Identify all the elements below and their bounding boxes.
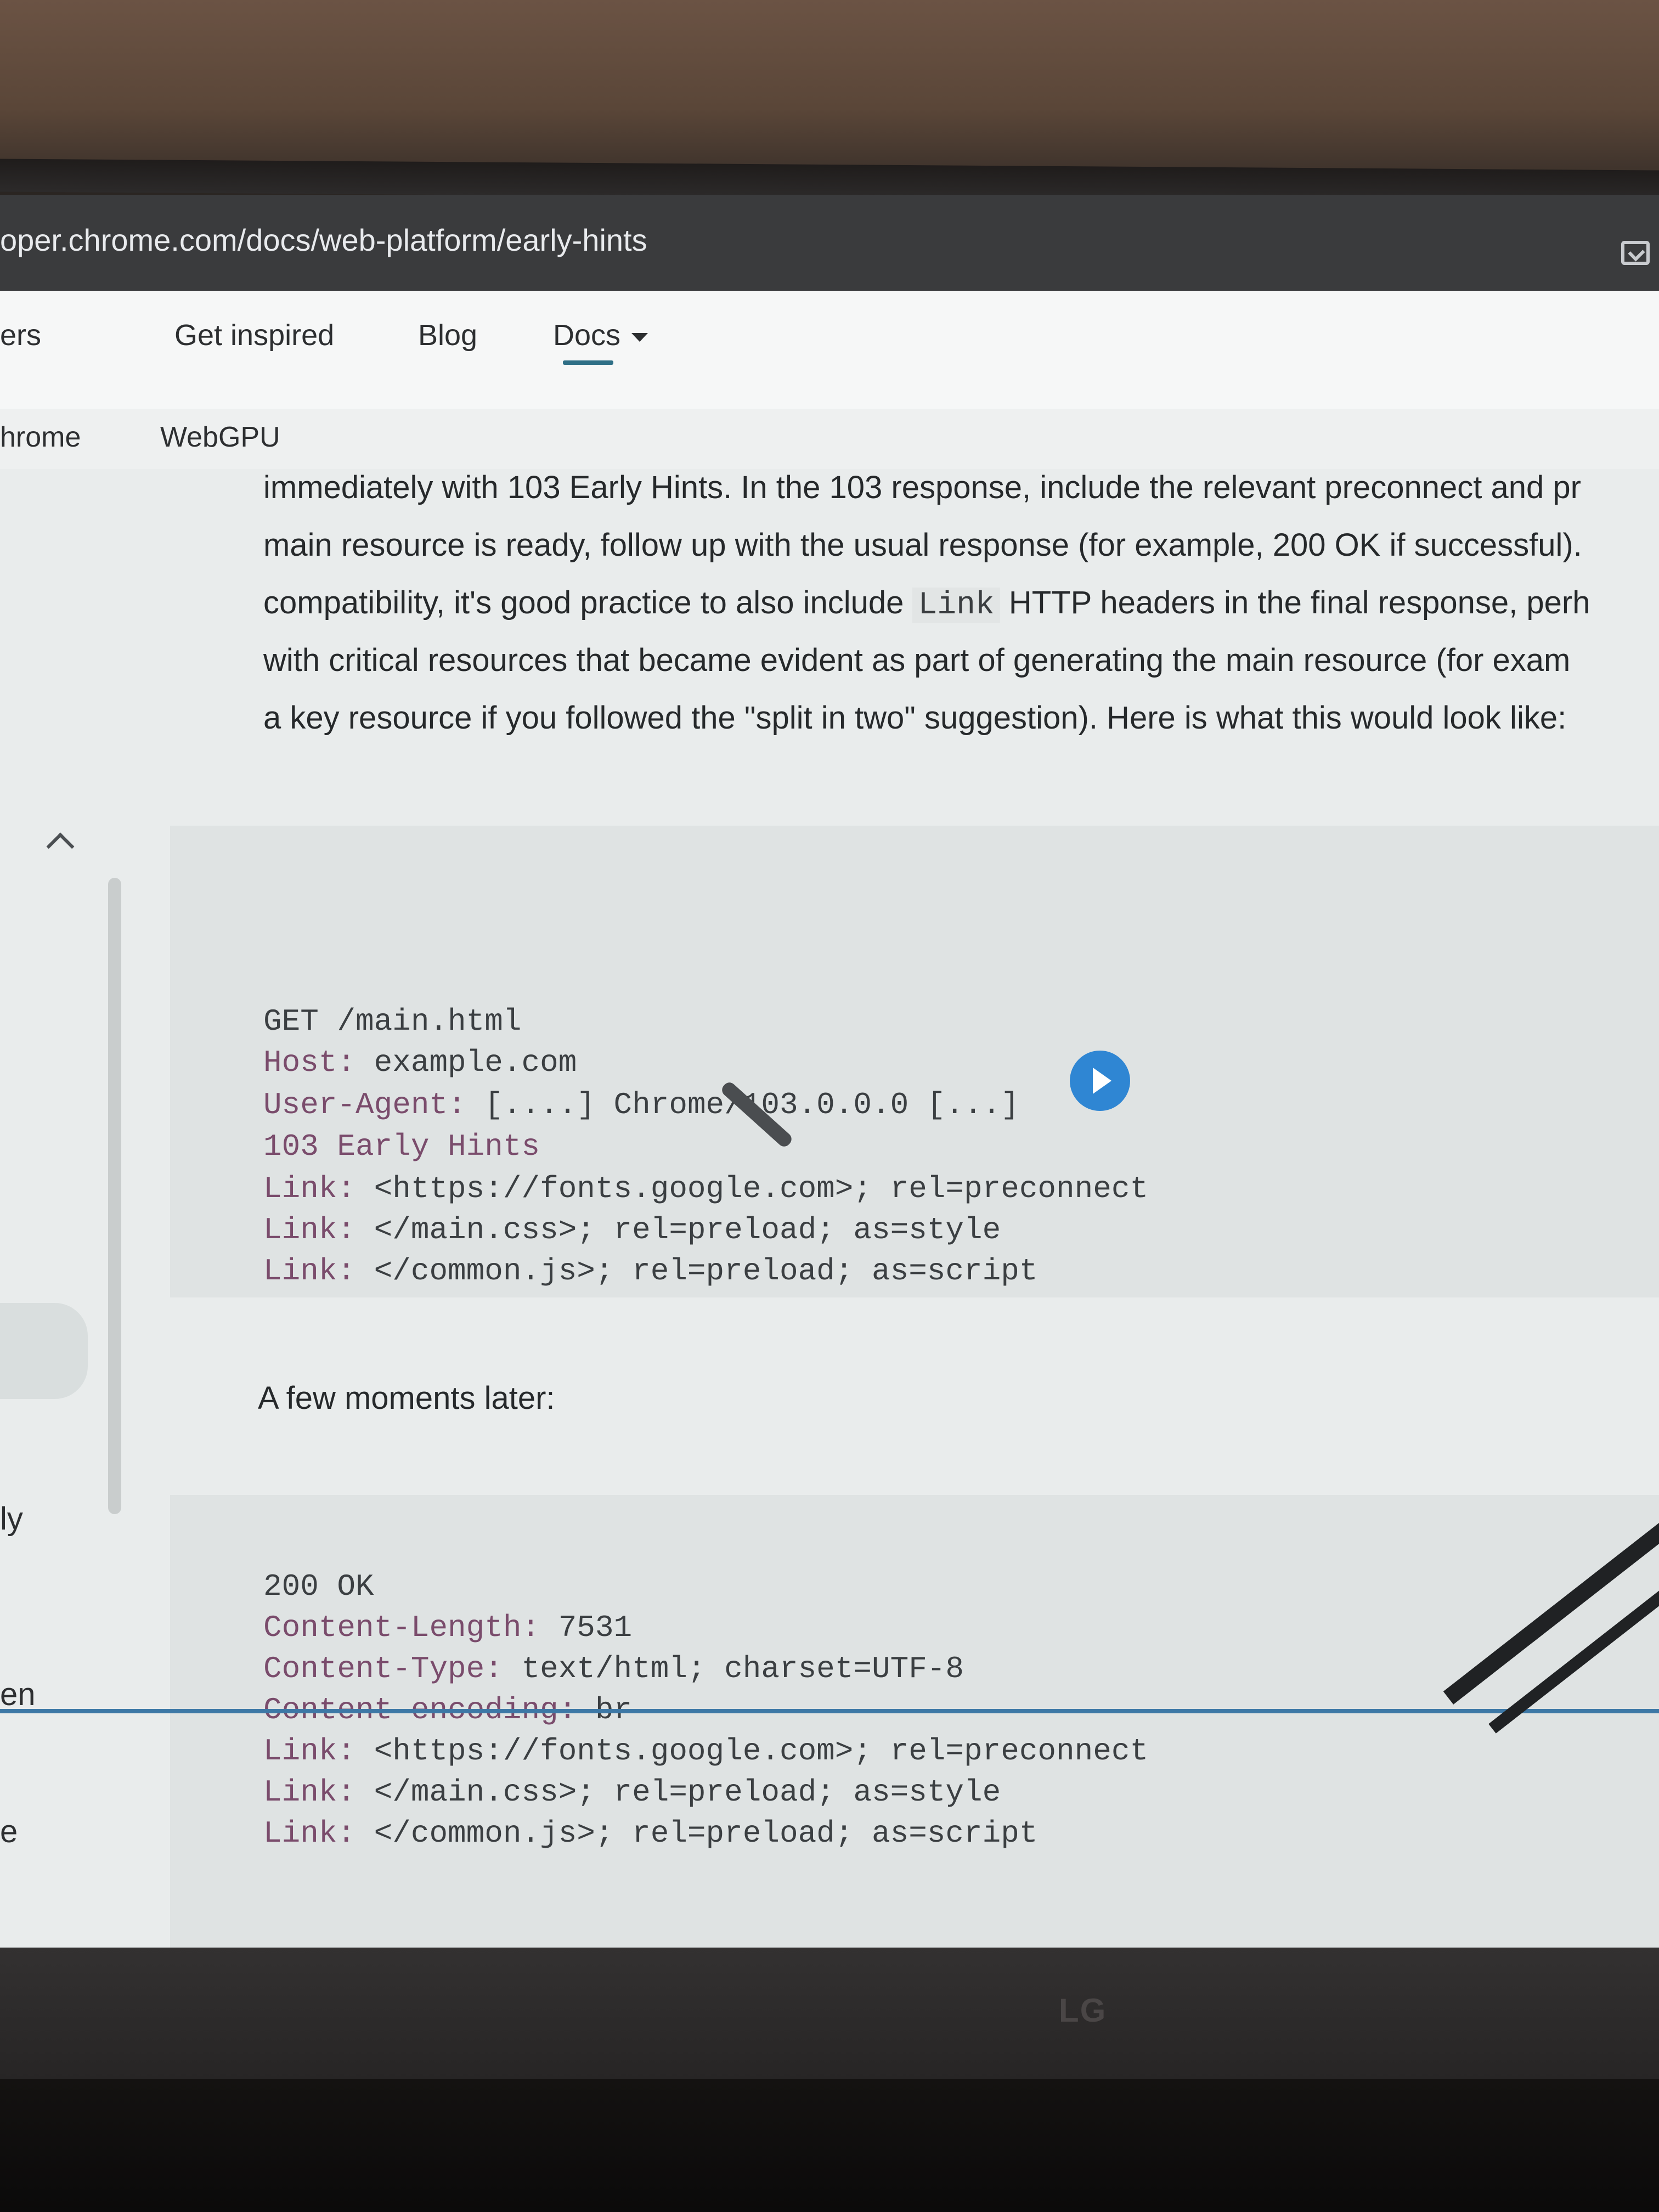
caret-down-icon: [631, 332, 648, 342]
code-line: Host: example.com: [263, 1045, 577, 1080]
article-content: immediately with 103 Early Hints. In the…: [165, 469, 1659, 1950]
paragraph-line: A few moments later:: [258, 1380, 555, 1416]
play-icon[interactable]: [1070, 1051, 1130, 1111]
subnav-item-webgpu[interactable]: WebGPU: [160, 421, 280, 454]
nav-item-docs[interactable]: Docs: [553, 318, 648, 352]
paragraph-line: with critical resources that became evid…: [263, 642, 1571, 678]
nav-item-blog[interactable]: Blog: [418, 318, 477, 352]
sidebar-scrollbar[interactable]: [108, 878, 121, 1514]
address-bar[interactable]: oper.chrome.com/docs/web-platform/early-…: [0, 195, 1659, 291]
url-text[interactable]: oper.chrome.com/docs/web-platform/early-…: [0, 222, 647, 258]
code-line: User-Agent: [....] Chrome/103.0.0.0 [...…: [263, 1087, 1019, 1122]
sidebar: ly en e n: [0, 469, 165, 1950]
code-line: 200 OK: [263, 1569, 374, 1604]
code-line: Link: <https://fonts.google.com>; rel=pr…: [263, 1734, 1149, 1769]
paragraph-text: compatibility, it's good practice to als…: [263, 585, 913, 620]
sidebar-item-partial[interactable]: ly: [0, 1500, 23, 1537]
background-wall: [0, 0, 1659, 181]
code-line: Link: </main.css>; rel=preload; as=style: [263, 1775, 1001, 1810]
paragraph-line: immediately with 103 Early Hints. In the…: [263, 470, 1581, 505]
code-line: Link: </main.css>; rel=preload; as=style: [263, 1212, 1001, 1248]
code-line: Link: <https://fonts.google.com>; rel=pr…: [263, 1171, 1149, 1206]
code-line: Link: </common.js>; rel=preload; as=scri…: [263, 1816, 1038, 1851]
monitor-bezel-bottom: [0, 1948, 1659, 2090]
code-line: Content-Type: text/html; charset=UTF-8: [263, 1651, 964, 1686]
code-block-early-hints: GET /main.html Host: example.com User-Ag…: [170, 826, 1659, 1297]
paragraph-text: HTTP headers in the final response, perh: [1008, 585, 1590, 620]
inline-code-link: Link: [912, 588, 1000, 623]
code-line: Link: </common.js>; rel=preload; as=scri…: [263, 1254, 1038, 1289]
code-line: 103 Early Hints: [263, 1129, 540, 1164]
paragraph-line: a key resource if you followed the "spli…: [263, 700, 1567, 736]
subnav-item-chrome[interactable]: hrome: [0, 421, 81, 454]
sidebar-active-item[interactable]: [0, 1303, 88, 1399]
nav-item-partial[interactable]: ers: [0, 318, 41, 352]
monitor-logo: LG: [1059, 1992, 1107, 2029]
monitor-screen: oper.chrome.com/docs/web-platform/early-…: [0, 195, 1659, 1950]
top-navigation: ers Get inspired Blog Docs: [0, 291, 1659, 411]
sub-navigation: hrome WebGPU: [0, 409, 1659, 469]
active-tab-indicator: [563, 360, 613, 365]
sidebar-item-partial[interactable]: en: [0, 1676, 36, 1713]
paragraph-line: compatibility, it's good practice to als…: [263, 584, 1590, 623]
sidebar-item-partial[interactable]: e: [0, 1813, 18, 1850]
paragraph-line: main resource is ready, follow up with t…: [263, 527, 1582, 563]
screen-glare-line: [0, 1709, 1659, 1713]
code-line: Content-Length: 7531: [263, 1610, 633, 1645]
nav-item-get-inspired[interactable]: Get inspired: [174, 318, 334, 352]
chevron-up-icon[interactable]: [46, 832, 75, 861]
code-line: GET /main.html: [263, 1004, 522, 1039]
install-app-icon[interactable]: [1621, 241, 1650, 265]
nav-item-docs-label: Docs: [553, 319, 621, 352]
desk: [0, 2079, 1659, 2212]
code-block-final-response: 200 OK Content-Length: 7531 Content-Type…: [170, 1495, 1659, 1950]
